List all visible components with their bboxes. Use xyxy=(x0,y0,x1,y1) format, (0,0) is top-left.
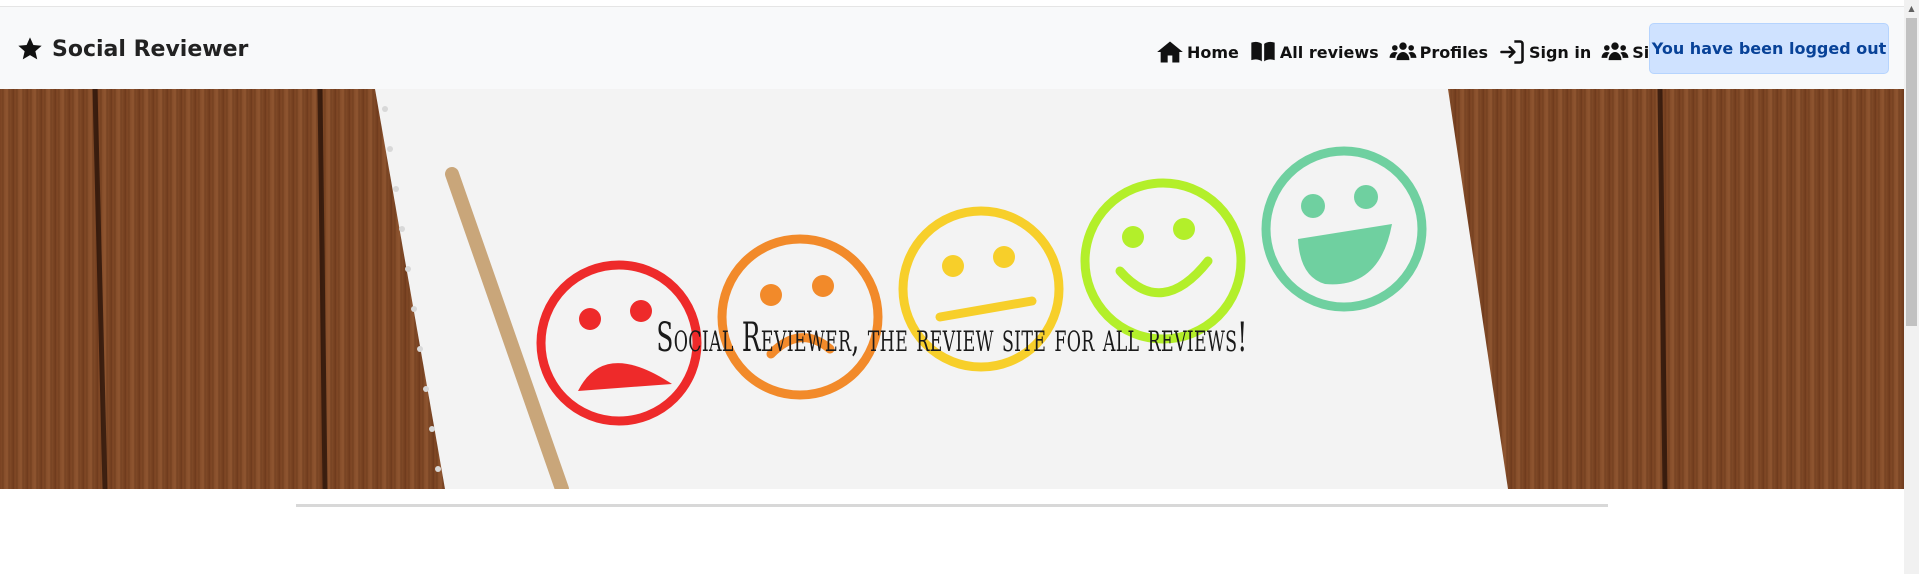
nav-home[interactable]: Home xyxy=(1156,38,1239,66)
alert-message: You have been logged out xyxy=(1651,39,1887,58)
home-icon xyxy=(1157,41,1183,63)
sign-in-icon xyxy=(1500,40,1524,64)
nav-all-reviews-label: All reviews xyxy=(1279,42,1379,62)
hero-title: Social Reviewer, the review site for all… xyxy=(656,315,1248,361)
logged-out-alert: You have been logged out xyxy=(1649,23,1889,74)
star-icon xyxy=(18,37,42,60)
hero-image xyxy=(0,89,1904,489)
nav-links: Home All reviews Profiles Sign in xyxy=(1156,32,1712,72)
nav-sign-in-label: Sign in xyxy=(1528,42,1592,62)
users-icon xyxy=(1601,42,1629,61)
content-divider xyxy=(296,504,1608,507)
vertical-scrollbar[interactable]: ▲ xyxy=(1904,0,1919,574)
nav-home-label: Home xyxy=(1187,42,1239,62)
scroll-up-arrow-icon[interactable]: ▲ xyxy=(1904,0,1919,17)
brand-link[interactable]: Social Reviewer xyxy=(16,32,248,66)
navbar: Social Reviewer Home All reviews Profile… xyxy=(0,7,1904,89)
nav-profiles-label: Profiles xyxy=(1419,42,1488,62)
hero-banner: Social Reviewer, the review site for all… xyxy=(0,89,1904,489)
window-top-edge xyxy=(0,0,1919,7)
scroll-thumb[interactable] xyxy=(1906,18,1917,326)
nav-profiles[interactable]: Profiles xyxy=(1389,38,1488,66)
book-icon xyxy=(1251,41,1275,62)
brand-title: Social Reviewer xyxy=(52,36,249,62)
nav-sign-in[interactable]: Sign in xyxy=(1498,38,1591,66)
nav-all-reviews[interactable]: All reviews xyxy=(1249,38,1379,66)
users-icon xyxy=(1389,42,1417,61)
